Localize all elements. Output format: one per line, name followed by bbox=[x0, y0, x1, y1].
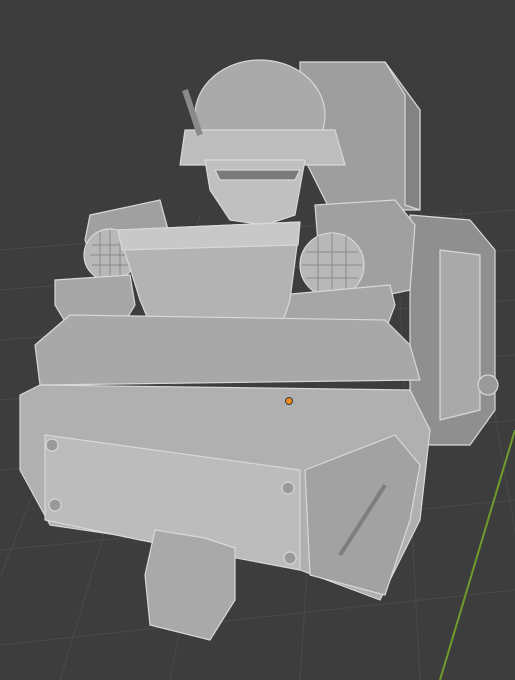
y-axis-line bbox=[439, 429, 515, 680]
object-origin-dot[interactable] bbox=[285, 397, 293, 405]
hull-top bbox=[34, 314, 421, 386]
robot-model[interactable] bbox=[19, 59, 499, 641]
side-box-face bbox=[439, 249, 481, 421]
screw-icon bbox=[283, 551, 297, 565]
screw-icon bbox=[45, 438, 59, 452]
side-knob bbox=[477, 374, 499, 396]
lower-block bbox=[144, 529, 236, 641]
helmet-eye-slit bbox=[214, 169, 301, 181]
3d-viewport[interactable] bbox=[0, 0, 515, 680]
screw-icon bbox=[48, 498, 62, 512]
screw-icon bbox=[281, 481, 295, 495]
viewport-canvas[interactable] bbox=[0, 0, 515, 680]
